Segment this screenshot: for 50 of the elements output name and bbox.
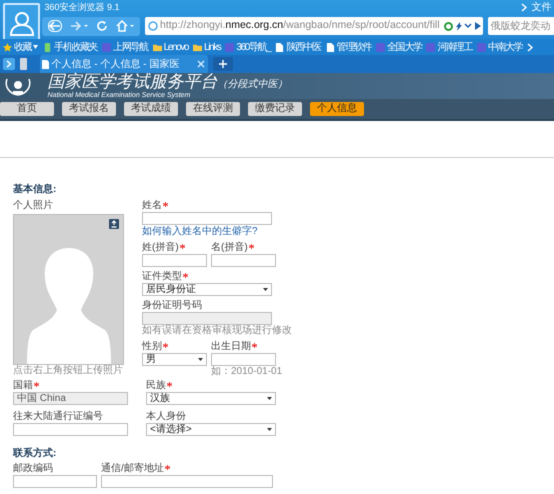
- field-label: 名(拼音): [211, 242, 254, 254]
- field-label: 出生日期: [211, 340, 257, 352]
- photo-caption: 点击右上角按钮上传照片: [13, 365, 123, 377]
- select-field[interactable]: <请选择>: [146, 422, 276, 436]
- field-label: 邮政编码: [13, 463, 53, 475]
- input-field: 中国 China: [13, 392, 128, 404]
- site-title: 国家医学考试服务平台: [48, 72, 218, 90]
- section-title: 基本信息:: [13, 182, 58, 197]
- nav-tab[interactable]: 考试报名: [62, 102, 116, 116]
- bookmark-item[interactable]: Links: [193, 40, 220, 54]
- rare-character-help-link[interactable]: 如何输入姓名中的生僻字?: [142, 226, 258, 238]
- bookmark-item[interactable]: 手机收藏夹: [43, 40, 98, 54]
- search-field[interactable]: 俄版蛟龙奕动: [488, 17, 554, 35]
- field-hint: 如有误请在资格审核现场进行修改: [142, 324, 292, 336]
- nav-tab[interactable]: 在线评测: [186, 102, 240, 116]
- field-label: 证件类型: [142, 270, 188, 282]
- field-label: 身份证明号码: [142, 300, 202, 312]
- menu-button[interactable]: 文件: [532, 0, 552, 15]
- url-text[interactable]: http://zhongyi.nmec.org.cn/wangbao/nme/sp/root/account/fill: [160, 18, 440, 34]
- bookmark-item[interactable]: 360导航_: [225, 40, 270, 54]
- nav-tab[interactable]: 考试成绩: [124, 102, 178, 116]
- field-label: 往来大陆通行证编号: [13, 410, 103, 422]
- field-label: 国籍: [13, 380, 39, 392]
- bookmark-item[interactable]: 收藏: [3, 40, 38, 54]
- bookmark-item[interactable]: 管理软件: [326, 40, 372, 54]
- address-bar[interactable]: http://zhongyi.nmec.org.cn/wangbao/nme/sp/root/account/fill: [145, 17, 483, 35]
- field-label: 民族: [146, 380, 172, 392]
- bookmark-item[interactable]: 中南大学: [476, 40, 522, 54]
- nav-tab[interactable]: 首页: [0, 102, 54, 116]
- field-hint: 如：2010-01-01: [211, 366, 282, 378]
- field-label: 性别: [142, 340, 168, 352]
- select-field[interactable]: 居民身份证: [142, 282, 272, 296]
- photo-label: 个人照片: [13, 200, 54, 212]
- bookmark-item[interactable]: 全国大学: [376, 40, 422, 54]
- field-label: 本人身份: [146, 410, 186, 422]
- field-label: 通信/邮寄地址: [101, 463, 170, 475]
- nav-tab[interactable]: 个人信息: [310, 102, 364, 116]
- nav-tab[interactable]: 缴费记录: [248, 102, 302, 116]
- section-title: 联系方式:: [13, 446, 58, 460]
- select-field[interactable]: 汉族: [146, 392, 276, 404]
- browser-tab[interactable]: 个人信息 - 个人信息 - 国家医: [40, 55, 208, 73]
- site-subtitle: （分段式中医）: [218, 78, 288, 92]
- bookmark-item[interactable]: 河南理工: [426, 40, 472, 54]
- browser-title: 360安全浏览器 9.1: [44, 0, 120, 14]
- field-label: 姓名: [142, 200, 168, 212]
- select-field[interactable]: 男: [142, 352, 207, 366]
- bookmark-item[interactable]: 陕西中医: [275, 40, 321, 54]
- bookmark-item[interactable]: Lenovo: [152, 40, 188, 54]
- bookmark-item[interactable]: 上网导航: [102, 40, 148, 54]
- field-label: 姓(拼音): [142, 242, 185, 254]
